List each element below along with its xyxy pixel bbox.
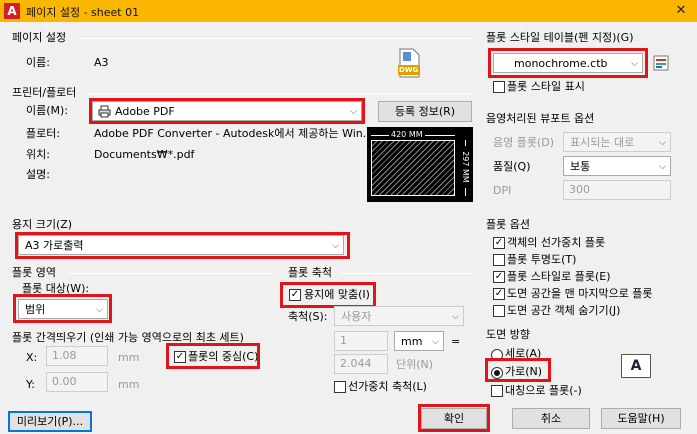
- plot-options-section-label: 플롯 옵션: [486, 218, 530, 231]
- plot-option-label: 도면 공간을 맨 마지막으로 플롯: [507, 287, 653, 300]
- plot-option-label: 도면 공간 객체 숨기기(J): [507, 304, 621, 317]
- paper-preview-area: [371, 140, 455, 196]
- highlight-paper-size: [15, 232, 350, 259]
- drawing-orientation-section-label: 도면 방향: [486, 328, 530, 341]
- edit-plot-style-icon[interactable]: [653, 55, 669, 71]
- shade-plot-label: 음영 플롯(D): [493, 136, 555, 149]
- quality-select[interactable]: 보통 ⌵: [563, 156, 671, 176]
- location-label: 위치:: [26, 148, 50, 161]
- divider: [90, 93, 472, 94]
- scale-select[interactable]: 사용자 ⌵: [334, 306, 464, 326]
- quality-label: 품질(Q): [493, 160, 531, 173]
- scale-value2-input[interactable]: 2.044: [334, 354, 388, 374]
- upside-down-checkbox[interactable]: [491, 385, 503, 397]
- plot-style-table-section-label: 플롯 스타일 테이블(펜 지정)(G): [486, 31, 634, 44]
- plot-option-label: 플롯 투명도(T): [507, 253, 577, 266]
- printer-section-label: 프린터/플로터: [12, 86, 77, 99]
- scale-value: 사용자: [341, 310, 372, 323]
- scale-lineweights-label: 선가중치 축척(L): [348, 380, 427, 393]
- dwg-file-icon: DWG: [398, 48, 420, 78]
- plot-scale-section-label: 플롯 축척: [288, 266, 332, 279]
- window-title: 페이지 설정 - sheet 01: [26, 6, 140, 19]
- dpi-label: DPI: [493, 184, 512, 197]
- scale-unit-value: mm: [401, 335, 423, 348]
- cancel-button[interactable]: 취소: [512, 408, 590, 429]
- plot-option-label: 객체의 선가중치 플롯: [507, 236, 606, 249]
- offset-y-unit: mm: [118, 378, 140, 391]
- plot-area-section-label: 플롯 영역: [12, 266, 56, 279]
- highlight-plot-style-table: [488, 48, 648, 78]
- display-plot-styles-label: 플롯 스타일 표시: [507, 80, 585, 93]
- close-icon[interactable]: ✕: [671, 3, 691, 19]
- plot-option-checkbox[interactable]: [493, 254, 505, 266]
- offset-y-input[interactable]: 0.00: [46, 372, 108, 392]
- highlight-center-plot: [166, 343, 260, 369]
- printer-name-label: 이름(M):: [26, 104, 69, 117]
- scale-equals: =: [451, 335, 461, 348]
- dwg-badge-text: DWG: [399, 66, 419, 74]
- highlight-printer: [89, 98, 365, 124]
- chevron-down-icon: ⌵: [659, 138, 666, 148]
- divider: [80, 38, 472, 39]
- chevron-down-icon: ⌵: [432, 337, 439, 347]
- highlight-fit-to-paper: [280, 282, 376, 308]
- plot-option-checkbox[interactable]: ✓: [493, 288, 505, 300]
- dpi-input[interactable]: 300: [563, 180, 671, 200]
- page-setup-name-value: A3: [94, 56, 109, 69]
- plotter-label: 플로터:: [26, 127, 61, 140]
- offset-x-input[interactable]: 1.08: [46, 346, 108, 366]
- paper-size-section-label: 용지 크기(Z): [12, 218, 73, 231]
- shade-plot-value: 표시되는 대로: [570, 136, 635, 149]
- chevron-down-icon: ⌵: [659, 162, 666, 172]
- page-setup-section-label: 페이지 설정: [12, 31, 67, 44]
- paper-width-label: 420 MM: [389, 129, 425, 140]
- scale-lineweights-checkbox[interactable]: [334, 381, 346, 393]
- paper-preview: 420 MM 297 MM: [367, 127, 473, 202]
- quality-value: 보통: [570, 160, 591, 173]
- scale-unit2-label: 단위(N): [396, 358, 434, 371]
- highlight-landscape: [485, 358, 551, 382]
- orientation-preview-icon: A: [621, 354, 651, 378]
- description-label: 설명:: [26, 168, 50, 181]
- scale-unit-select[interactable]: mm ⌵: [394, 331, 444, 351]
- offset-y-label: Y:: [26, 378, 35, 391]
- upside-down-label: 대칭으로 플롯(-): [505, 384, 582, 397]
- plot-option-checkbox[interactable]: [493, 305, 505, 317]
- paper-height-label: 297 MM: [460, 146, 470, 188]
- title-bar: A 페이지 설정 - sheet 01 ✕: [0, 0, 697, 22]
- shade-plot-select[interactable]: 표시되는 대로 ⌵: [563, 132, 671, 152]
- printer-properties-button[interactable]: 등록 정보(R): [378, 101, 472, 122]
- highlight-plot-area: [13, 294, 112, 323]
- scale-value1-input[interactable]: 1: [334, 331, 388, 351]
- plot-option-checkbox[interactable]: ✓: [493, 271, 505, 283]
- location-value: Documents₩*.pdf: [94, 148, 195, 161]
- preview-button[interactable]: 미리보기(P)...: [8, 411, 92, 432]
- offset-x-label: X:: [26, 351, 38, 364]
- offset-x-unit: mm: [118, 351, 140, 364]
- shaded-viewport-section-label: 음영처리된 뷰포트 옵션: [486, 112, 595, 125]
- highlight-ok: [418, 404, 490, 432]
- plot-option-checkbox[interactable]: ✓: [493, 237, 505, 249]
- page-setup-name-label: 이름:: [26, 56, 50, 69]
- display-plot-styles-checkbox[interactable]: [493, 81, 505, 93]
- help-button[interactable]: 도움말(H): [601, 408, 681, 429]
- divider: [340, 273, 472, 274]
- scale-label: 축척(S):: [288, 310, 328, 323]
- divider: [68, 273, 274, 274]
- autocad-app-icon: A: [4, 3, 20, 19]
- chevron-down-icon: ⌵: [452, 312, 459, 322]
- plotter-value: Adobe PDF Converter - Autodesk에서 제공하는 Wi…: [94, 127, 374, 140]
- plot-option-label: 플롯 스타일로 플롯(E): [507, 270, 611, 283]
